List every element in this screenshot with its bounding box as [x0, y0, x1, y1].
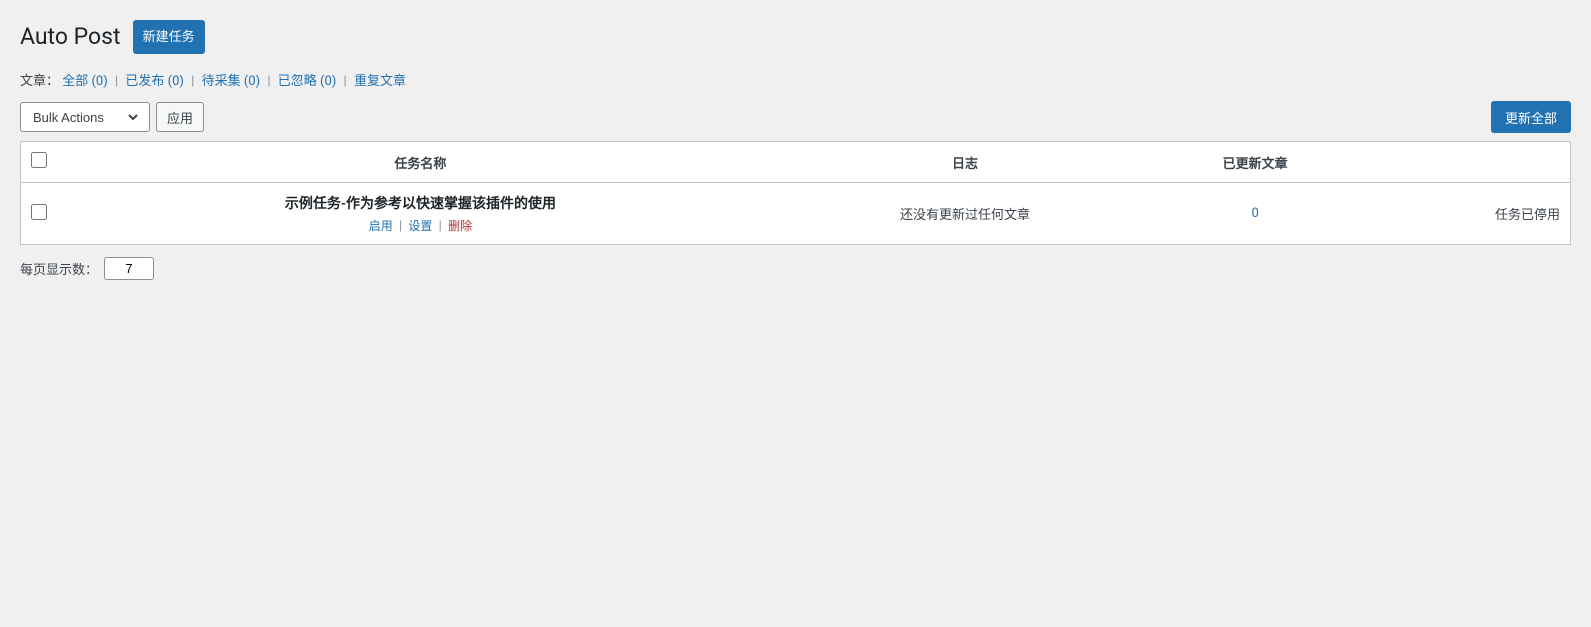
page-header: Auto Post 新建任务	[20, 20, 1571, 54]
separator-4: |	[344, 74, 347, 89]
tasks-table: 任务名称 日志 已更新文章 示例任务-作为参考以快速掌握该插件的使用 启用 | …	[21, 142, 1570, 244]
per-page-row: 每页显示数：	[20, 257, 1571, 280]
filter-bar: 文章： 全部 (0) | 已发布 (0) | 待采集 (0) | 已忽略 (0)…	[20, 70, 1571, 89]
row-checkbox-cell	[21, 183, 61, 245]
row-checkbox[interactable]	[31, 204, 47, 220]
row-status-cell: 任务已停用	[1360, 183, 1570, 245]
bulk-actions-select[interactable]: Bulk Actions	[20, 102, 150, 132]
filter-published[interactable]: 已发布 (0)	[125, 74, 184, 89]
update-all-button[interactable]: 更新全部	[1491, 101, 1571, 133]
separator-3: |	[267, 74, 270, 89]
filter-duplicate[interactable]: 重复文章	[354, 74, 406, 89]
separator-1: |	[115, 74, 118, 89]
row-log-cell: 还没有更新过任何文章	[780, 183, 1150, 245]
toolbar: Bulk Actions 应用 更新全部	[20, 97, 1571, 137]
page-title: Auto Post	[20, 22, 121, 52]
per-page-label: 每页显示数：	[20, 259, 98, 278]
tasks-table-container: 任务名称 日志 已更新文章 示例任务-作为参考以快速掌握该插件的使用 启用 | …	[20, 141, 1571, 245]
filter-all[interactable]: 全部 (0)	[62, 74, 108, 89]
header-name: 任务名称	[61, 142, 780, 183]
toolbar-left: Bulk Actions 应用	[20, 102, 204, 132]
task-name: 示例任务-作为参考以快速掌握该插件的使用	[71, 193, 770, 213]
header-updated: 已更新文章	[1150, 142, 1360, 183]
header-status	[1360, 142, 1570, 183]
action-enable[interactable]: 启用	[369, 219, 393, 233]
bulk-actions-dropdown[interactable]: Bulk Actions	[29, 109, 141, 126]
filter-label: 文章	[20, 74, 46, 89]
per-page-input[interactable]	[104, 257, 154, 280]
new-task-button[interactable]: 新建任务	[133, 20, 205, 54]
header-log: 日志	[780, 142, 1150, 183]
table-header-row: 任务名称 日志 已更新文章	[21, 142, 1570, 183]
select-all-checkbox[interactable]	[31, 152, 47, 168]
row-name-cell: 示例任务-作为参考以快速掌握该插件的使用 启用 | 设置 | 删除	[61, 183, 780, 245]
row-updated-cell: 0	[1150, 183, 1360, 245]
filter-pending[interactable]: 待采集 (0)	[202, 74, 261, 89]
apply-button[interactable]: 应用	[156, 102, 204, 132]
task-actions: 启用 | 设置 | 删除	[71, 217, 770, 234]
filter-ignored[interactable]: 已忽略 (0)	[278, 74, 337, 89]
table-row: 示例任务-作为参考以快速掌握该插件的使用 启用 | 设置 | 删除 还没有更新过…	[21, 183, 1570, 245]
action-settings[interactable]: 设置	[408, 219, 432, 233]
separator-2: |	[191, 74, 194, 89]
action-sep-2: |	[439, 219, 442, 234]
action-delete[interactable]: 删除	[448, 219, 472, 233]
action-sep-1: |	[399, 219, 402, 234]
header-checkbox-cell	[21, 142, 61, 183]
